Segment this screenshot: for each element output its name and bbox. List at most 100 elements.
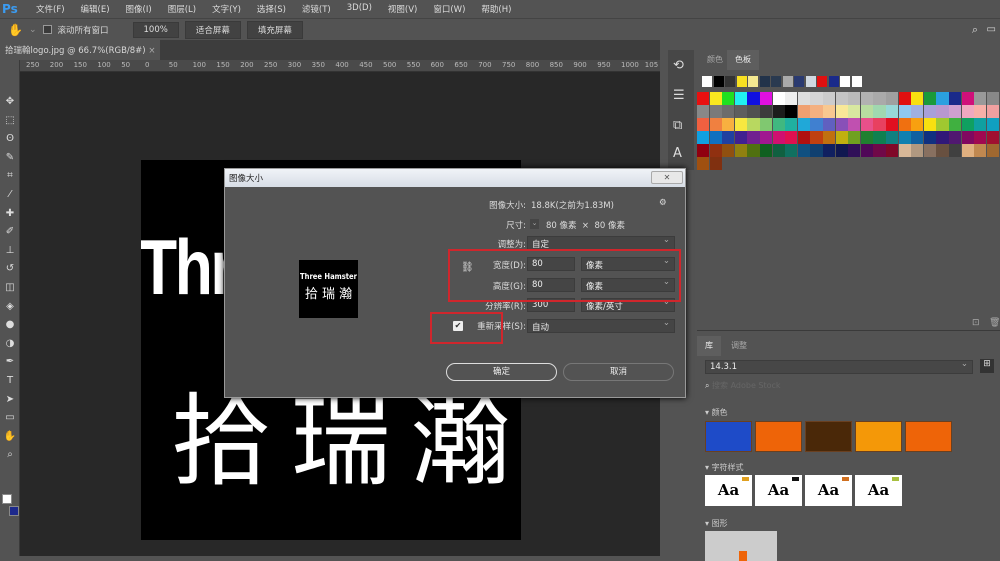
color-swatch[interactable] xyxy=(873,131,886,144)
character-icon[interactable]: A xyxy=(673,146,682,161)
crop-tool-icon[interactable]: ⌗ xyxy=(3,170,17,181)
color-swatch[interactable] xyxy=(709,92,722,105)
color-swatch[interactable] xyxy=(797,105,811,118)
color-swatch[interactable] xyxy=(697,131,710,144)
tab-swatches[interactable]: 色板 xyxy=(727,50,759,70)
color-swatch[interactable] xyxy=(785,92,798,105)
library-color-swatch[interactable] xyxy=(905,421,952,452)
color-swatch[interactable] xyxy=(898,105,911,118)
color-swatch[interactable] xyxy=(974,118,987,131)
color-swatch[interactable] xyxy=(936,105,949,118)
color-swatch[interactable] xyxy=(949,144,962,157)
color-swatch[interactable] xyxy=(760,131,773,144)
color-swatch[interactable] xyxy=(911,105,924,118)
healing-brush-icon[interactable]: ✚ xyxy=(3,208,17,219)
color-swatch[interactable] xyxy=(785,144,798,157)
color-swatch[interactable] xyxy=(772,105,785,118)
color-swatch[interactable] xyxy=(848,105,861,118)
color-swatch[interactable] xyxy=(747,144,760,157)
color-swatch[interactable] xyxy=(810,105,823,118)
color-swatch[interactable] xyxy=(936,92,949,105)
color-swatch[interactable] xyxy=(747,92,760,105)
color-swatch[interactable] xyxy=(974,144,987,157)
color-swatch[interactable] xyxy=(805,76,816,87)
menu-item[interactable]: 图层(L) xyxy=(160,3,204,15)
color-swatch[interactable] xyxy=(873,118,886,131)
menu-item[interactable]: 编辑(E) xyxy=(73,3,118,15)
colors-section-header[interactable]: ▾ 颜色 xyxy=(705,407,728,418)
color-swatch[interactable] xyxy=(772,92,785,105)
hand-tool-icon[interactable]: ✋ xyxy=(8,23,23,37)
color-swatch[interactable] xyxy=(810,131,823,144)
color-swatch[interactable] xyxy=(936,131,949,144)
color-swatch[interactable] xyxy=(797,92,811,105)
rectangle-tool-icon[interactable]: ▭ xyxy=(3,412,17,423)
color-swatch[interactable] xyxy=(810,144,823,157)
type-tool-icon[interactable]: T xyxy=(3,375,17,386)
chevron-down-icon[interactable]: ⌄ xyxy=(29,25,37,35)
color-swatch[interactable] xyxy=(725,76,735,87)
paths-icon[interactable]: ⧉ xyxy=(673,118,682,133)
color-swatch[interactable] xyxy=(782,76,793,87)
color-swatch[interactable] xyxy=(760,105,773,118)
color-swatch[interactable] xyxy=(986,118,1000,131)
color-swatch[interactable] xyxy=(697,105,710,118)
gear-icon[interactable]: ⚙ xyxy=(659,198,667,208)
library-color-swatch[interactable] xyxy=(705,421,752,452)
color-swatch[interactable] xyxy=(736,76,747,87)
color-swatch[interactable] xyxy=(886,105,899,118)
color-swatch[interactable] xyxy=(722,144,735,157)
char-style-item[interactable]: Aa xyxy=(755,475,802,506)
close-tab-icon[interactable]: × xyxy=(148,46,155,56)
color-swatch[interactable] xyxy=(886,144,899,157)
menu-item[interactable]: 文件(F) xyxy=(28,3,73,15)
background-color-swatch[interactable] xyxy=(9,506,19,516)
grid-view-icon[interactable]: ⊞ xyxy=(980,359,994,373)
color-swatch[interactable] xyxy=(722,105,735,118)
color-swatch[interactable] xyxy=(898,131,911,144)
color-swatch[interactable] xyxy=(961,92,974,105)
color-swatch[interactable] xyxy=(986,92,1000,105)
color-swatch[interactable] xyxy=(810,92,823,105)
dimensions-dropdown[interactable]: ⌄ xyxy=(530,219,539,229)
color-swatch[interactable] xyxy=(911,92,924,105)
menu-item[interactable]: 选择(S) xyxy=(249,3,294,15)
color-swatch[interactable] xyxy=(873,105,886,118)
menu-item[interactable]: 文字(Y) xyxy=(204,3,249,15)
color-swatch[interactable] xyxy=(747,105,760,118)
resample-select[interactable]: 自动 xyxy=(527,318,675,333)
color-swatch[interactable] xyxy=(797,144,811,157)
color-swatch[interactable] xyxy=(747,118,760,131)
color-swatch[interactable] xyxy=(794,76,804,87)
color-swatch[interactable] xyxy=(823,92,836,105)
color-swatch[interactable] xyxy=(709,157,722,170)
menu-item[interactable]: 窗口(W) xyxy=(425,3,473,15)
color-swatch[interactable] xyxy=(772,131,785,144)
color-swatch[interactable] xyxy=(823,144,836,157)
color-swatch[interactable] xyxy=(860,131,874,144)
color-swatch[interactable] xyxy=(722,118,735,131)
library-color-swatch[interactable] xyxy=(755,421,802,452)
foreground-color-swatch[interactable] xyxy=(2,494,12,504)
color-swatch[interactable] xyxy=(697,92,710,105)
color-swatch[interactable] xyxy=(785,131,798,144)
color-swatch[interactable] xyxy=(748,76,758,87)
stock-search-input[interactable]: ⌕ 搜索 Adobe Stock xyxy=(705,380,995,394)
color-swatch[interactable] xyxy=(785,118,798,131)
color-swatch[interactable] xyxy=(986,131,1000,144)
color-swatch[interactable] xyxy=(772,144,785,157)
paint-bucket-icon[interactable]: ◈ xyxy=(3,301,17,312)
close-button[interactable]: ✕ xyxy=(651,171,683,184)
brush-tool-icon[interactable]: ✐ xyxy=(3,226,17,237)
menu-item[interactable]: 3D(D) xyxy=(339,3,380,15)
color-swatch[interactable] xyxy=(823,131,836,144)
color-swatch[interactable] xyxy=(785,105,798,118)
color-swatch[interactable] xyxy=(961,144,974,157)
cancel-button[interactable]: 取消 xyxy=(563,363,674,381)
color-swatch[interactable] xyxy=(886,131,899,144)
color-swatch[interactable] xyxy=(936,118,949,131)
color-swatch[interactable] xyxy=(772,118,785,131)
tab-adjustments[interactable]: 调整 xyxy=(723,336,755,356)
color-swatch[interactable] xyxy=(760,118,773,131)
graphic-thumbnail[interactable] xyxy=(705,531,777,561)
